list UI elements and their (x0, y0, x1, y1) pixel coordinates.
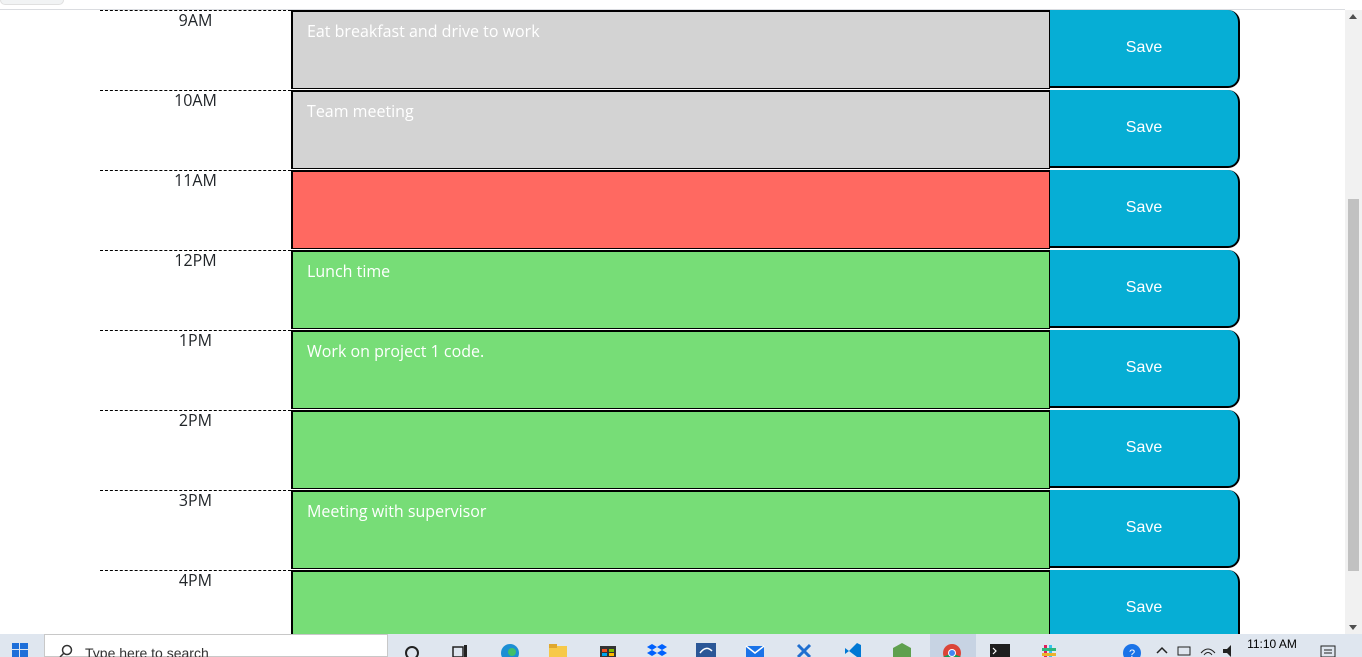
save-button[interactable]: Save (1050, 490, 1240, 568)
scroll-down-icon[interactable] (1349, 625, 1357, 630)
windows-taskbar: Type here to search ? 11:10 AM (0, 634, 1362, 657)
save-button[interactable]: Save (1050, 170, 1240, 248)
event-description[interactable]: Team meeting (291, 90, 1050, 169)
node-icon[interactable] (892, 643, 912, 657)
volume-icon[interactable] (1220, 643, 1240, 657)
save-button[interactable]: Save (1050, 250, 1240, 328)
hour-text: 2PM (178, 409, 213, 431)
slack-icon[interactable] (1040, 643, 1060, 657)
event-description[interactable] (291, 570, 1050, 634)
time-block-row: 4PM Save (100, 569, 1241, 634)
taskbar-search-box[interactable]: Type here to search (44, 634, 388, 657)
event-description[interactable]: Lunch time (291, 250, 1050, 329)
mail-icon[interactable] (745, 643, 765, 657)
time-block-row: 2PM Save (100, 409, 1241, 490)
hour-text: 12PM (174, 249, 217, 271)
time-block-row: 11AM Save (100, 169, 1241, 250)
time-block-row: 9AM Eat breakfast and drive to work Save (100, 10, 1241, 90)
dropbox-icon[interactable] (647, 643, 667, 657)
save-button[interactable]: Save (1050, 90, 1240, 168)
event-description[interactable]: Eat breakfast and drive to work (291, 10, 1050, 89)
task-view-icon[interactable] (450, 643, 470, 657)
save-button[interactable]: Save (1050, 330, 1240, 408)
store-icon[interactable] (598, 643, 618, 657)
file-explorer-icon[interactable] (548, 643, 568, 657)
notification-icon[interactable] (1318, 643, 1338, 657)
time-block-row: 3PM Meeting with supervisor Save (100, 489, 1241, 570)
hour-label: 12PM (100, 249, 291, 330)
svg-text:?: ? (1129, 648, 1135, 657)
hour-label: 10AM (100, 89, 291, 170)
search-icon (59, 644, 73, 657)
network-icon[interactable] (1174, 643, 1194, 657)
help-icon[interactable]: ? (1122, 643, 1142, 657)
hour-label: 1PM (100, 329, 291, 410)
edge-icon[interactable] (500, 643, 520, 657)
search-placeholder: Type here to search (85, 645, 209, 657)
save-button[interactable]: Save (1050, 570, 1240, 634)
time-block-row: 1PM Work on project 1 code. Save (100, 329, 1241, 410)
hour-text: 1PM (178, 329, 213, 351)
event-description[interactable]: Meeting with supervisor (291, 490, 1050, 569)
hour-label: 11AM (100, 169, 291, 250)
hour-label: 2PM (100, 409, 291, 490)
hour-text: 11AM (174, 169, 217, 191)
save-button[interactable]: Save (1050, 10, 1240, 88)
hour-text: 4PM (178, 569, 213, 591)
scroll-up-icon[interactable] (1349, 14, 1357, 19)
chevron-up-icon[interactable] (1152, 643, 1172, 657)
cortana-icon[interactable] (402, 643, 422, 657)
event-description[interactable] (291, 170, 1050, 249)
mysql-workbench-icon[interactable] (696, 643, 716, 657)
browser-top-bar (0, 0, 1345, 10)
page-scrollbar[interactable] (1345, 10, 1362, 634)
taskbar-clock[interactable]: 11:10 AM (1240, 637, 1304, 651)
hour-text: 10AM (174, 89, 217, 111)
hour-label: 4PM (100, 569, 291, 634)
browser-tab[interactable] (0, 0, 64, 5)
wifi-icon[interactable] (1198, 643, 1218, 657)
hour-text: 3PM (178, 489, 213, 511)
save-button[interactable]: Save (1050, 410, 1240, 488)
terminal-icon[interactable] (990, 643, 1010, 657)
vscode-icon[interactable] (843, 643, 863, 657)
day-scheduler: 9AM Eat breakfast and drive to work Save… (0, 10, 1345, 634)
hour-text: 9AM (178, 10, 213, 31)
visual-studio-icon[interactable] (794, 643, 814, 657)
time-block-row: 10AM Team meeting Save (100, 89, 1241, 170)
hour-label: 3PM (100, 489, 291, 570)
time-block-row: 12PM Lunch time Save (100, 249, 1241, 330)
event-description[interactable]: Work on project 1 code. (291, 330, 1050, 409)
hour-label: 9AM (100, 10, 291, 90)
scrollbar-thumb[interactable] (1348, 199, 1359, 571)
event-description[interactable] (291, 410, 1050, 489)
windows-start-icon (12, 643, 28, 657)
start-button[interactable] (0, 634, 44, 657)
chrome-icon[interactable] (942, 643, 962, 657)
